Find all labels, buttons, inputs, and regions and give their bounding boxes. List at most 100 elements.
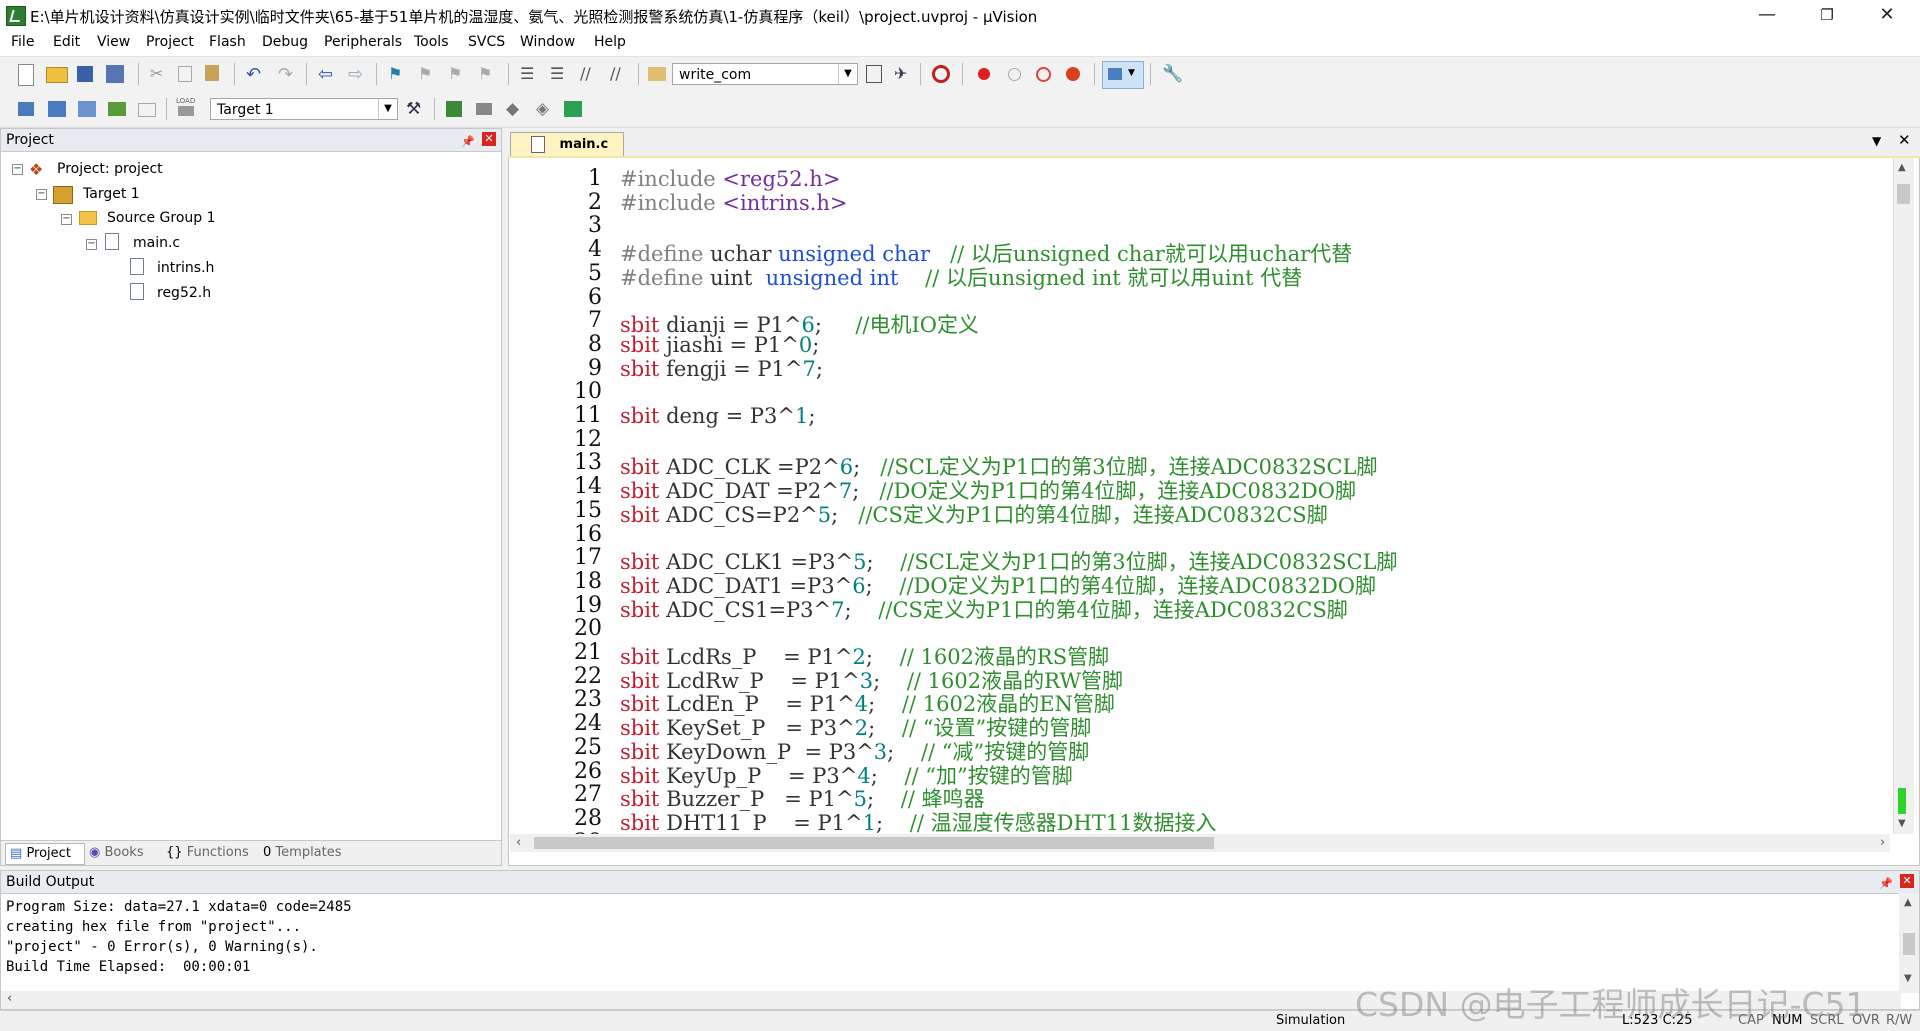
bookmark-icon[interactable]: ⚑ <box>388 64 408 84</box>
tree-item-source-group[interactable]: Source Group 1 <box>107 210 216 226</box>
disable-breakpoints-icon[interactable] <box>1036 67 1051 82</box>
menu-svcs[interactable]: SVCS <box>468 34 505 50</box>
select-packs-icon[interactable] <box>476 103 492 115</box>
download-icon[interactable] <box>178 106 194 116</box>
tab-main-c[interactable]: main.c <box>510 132 624 157</box>
kill-breakpoints-icon[interactable] <box>1066 67 1080 81</box>
tree-item-main-c[interactable]: main.c <box>133 235 180 251</box>
incremental-find-icon[interactable] <box>866 65 882 83</box>
menu-help[interactable]: Help <box>594 34 626 50</box>
tree-item-reg52-h[interactable]: reg52.h <box>157 285 211 301</box>
minimize-button[interactable]: — <box>1744 0 1790 30</box>
menu-project[interactable]: Project <box>146 34 194 50</box>
target-options-icon[interactable]: ⚒ <box>406 99 426 119</box>
vertical-scroll-thumb[interactable] <box>1903 933 1915 955</box>
line-number: 7 <box>588 308 602 334</box>
new-file-icon[interactable] <box>18 64 34 86</box>
menu-debug[interactable]: Debug <box>262 34 308 50</box>
menu-flash[interactable]: Flash <box>209 34 246 50</box>
unindent-icon[interactable]: ☰ <box>550 64 570 84</box>
indent-icon[interactable]: ☰ <box>520 64 540 84</box>
vertical-scroll-thumb[interactable] <box>1897 184 1910 204</box>
cut-icon[interactable]: ✂ <box>150 64 170 84</box>
close-button[interactable]: ✕ <box>1864 0 1910 30</box>
scroll-down-icon[interactable]: ▼ <box>1898 818 1906 829</box>
manage-project-items-icon[interactable] <box>446 101 462 117</box>
scroll-up-icon[interactable]: ▲ <box>1898 162 1906 173</box>
menu-edit[interactable]: Edit <box>53 34 80 50</box>
tab-project[interactable]: ▤ Project <box>5 843 85 865</box>
restore-button[interactable]: ❐ <box>1804 0 1850 30</box>
tab-list-dropdown[interactable]: ▼ <box>1872 134 1881 148</box>
menu-window[interactable]: Window <box>520 34 575 50</box>
scroll-left-icon[interactable]: ‹ <box>7 991 12 1006</box>
tab-templates[interactable]: 0 Templates <box>263 843 342 863</box>
insert-breakpoint-icon[interactable] <box>978 68 990 80</box>
open-file-icon[interactable] <box>46 67 68 83</box>
chevron-down-icon[interactable]: ▼ <box>838 64 857 84</box>
batch-build-icon[interactable] <box>108 102 126 116</box>
pin-icon[interactable]: 📌 <box>1879 873 1893 895</box>
navigate-back-icon[interactable]: ⇦ <box>318 64 338 85</box>
start-debug-icon[interactable] <box>932 65 950 83</box>
copy-icon[interactable] <box>178 66 192 82</box>
save-all-icon[interactable] <box>106 65 124 83</box>
collapse-icon[interactable]: − <box>12 164 23 175</box>
menu-file[interactable]: File <box>11 34 34 50</box>
vertical-scrollbar[interactable]: ▲ ▼ <box>1893 158 1914 834</box>
collapse-icon[interactable]: − <box>86 239 97 250</box>
enable-breakpoint-icon[interactable] <box>1008 68 1021 81</box>
next-bookmark-icon[interactable]: ⚑ <box>448 64 468 84</box>
clear-bookmarks-icon[interactable]: ⚑ <box>478 64 498 84</box>
close-icon[interactable]: ✕ <box>482 132 496 146</box>
build-icon[interactable] <box>48 101 66 117</box>
menu-peripherals[interactable]: Peripherals <box>324 34 402 50</box>
build-output-vscroll[interactable]: ▲ ▼ <box>1899 893 1919 993</box>
comment-icon[interactable]: // <box>580 64 600 84</box>
browse-icon[interactable]: ✈ <box>894 64 914 84</box>
close-editor-icon[interactable]: ✕ <box>1898 131 1911 149</box>
collapse-icon[interactable]: − <box>36 189 47 200</box>
horizontal-scrollbar[interactable]: ‹ › <box>510 834 1890 852</box>
collapse-icon[interactable]: − <box>61 214 72 225</box>
pack-installer-icon[interactable]: ◈ <box>536 99 556 119</box>
line-number: 10 <box>574 379 602 405</box>
scroll-right-icon[interactable]: › <box>1880 835 1885 850</box>
code-token: //CS定义为P1口的第4位脚，连接ADC0832CS脚 <box>878 597 1348 622</box>
configure-icon[interactable]: 🔧 <box>1162 64 1183 84</box>
rte-icon[interactable] <box>564 101 582 117</box>
project-panel-tabs: ▤ Project ◉ Books {} Functions 0 Templat… <box>1 840 501 865</box>
tree-item-project[interactable]: Project: project <box>57 161 163 177</box>
pin-icon[interactable]: 📌 <box>461 131 475 153</box>
menu-view[interactable]: View <box>97 34 130 50</box>
window-layout-dropdown[interactable]: ▼ <box>1102 61 1144 89</box>
menu-tools[interactable]: Tools <box>414 34 449 50</box>
find-combo[interactable]: write_com ▼ <box>672 63 858 85</box>
prev-bookmark-icon[interactable]: ⚑ <box>418 64 438 84</box>
scroll-down-icon[interactable]: ▼ <box>1904 973 1912 984</box>
chevron-down-icon[interactable]: ▼ <box>378 99 397 119</box>
code-token: sbit <box>620 356 667 381</box>
paste-icon[interactable] <box>205 65 219 81</box>
rebuild-icon[interactable] <box>78 101 96 117</box>
tree-item-target[interactable]: Target 1 <box>83 186 140 202</box>
redo-icon[interactable]: ↷ <box>278 64 298 85</box>
tab-functions[interactable]: {} Functions <box>166 843 249 863</box>
scroll-up-icon[interactable]: ▲ <box>1904 897 1912 908</box>
horizontal-scroll-thumb[interactable] <box>534 837 1214 849</box>
tab-project-label: Project <box>26 846 71 861</box>
translate-icon[interactable] <box>18 102 34 116</box>
uncomment-icon[interactable]: // <box>610 64 630 84</box>
save-icon[interactable] <box>77 66 93 82</box>
close-icon[interactable]: ✕ <box>1900 874 1914 888</box>
target-combo[interactable]: Target 1 ▼ <box>210 98 398 120</box>
navigate-forward-icon[interactable]: ⇨ <box>348 64 368 85</box>
stop-build-icon[interactable] <box>138 103 156 117</box>
manage-rte-icon[interactable]: ◆ <box>506 99 526 119</box>
code-area[interactable]: #include <reg52.h> #include <intrins.h> #d… <box>608 158 1892 834</box>
undo-icon[interactable]: ↶ <box>246 64 266 85</box>
tab-books[interactable]: ◉ Books <box>89 843 144 863</box>
scroll-left-icon[interactable]: ‹ <box>516 835 521 850</box>
tree-item-intrins-h[interactable]: intrins.h <box>157 260 214 276</box>
find-in-files-icon[interactable] <box>648 67 666 81</box>
